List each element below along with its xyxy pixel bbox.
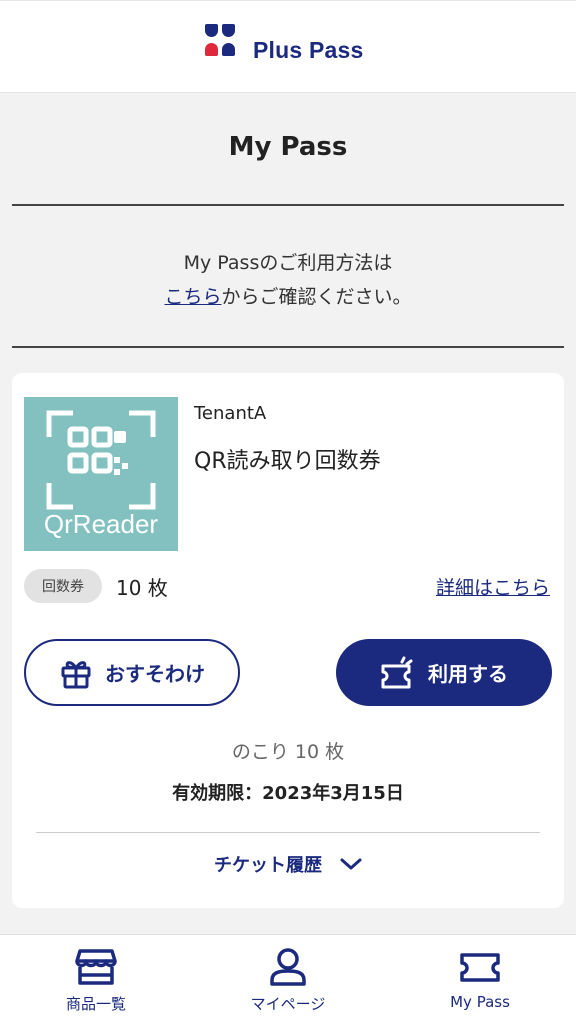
title-divider [12, 204, 564, 206]
expiry-date: 有効期限：2023年3月15日 [172, 783, 404, 804]
ticket-name: QR読み取り回数券 [194, 449, 381, 474]
usage-info: My Passのご利用方法は こちらからご確認ください。 [0, 246, 576, 314]
store-icon [75, 949, 117, 985]
logo-text: Plus Pass [253, 37, 364, 63]
usage-info-suffix: からご確認ください。 [221, 286, 412, 308]
person-icon [270, 948, 306, 986]
tab-mypage[interactable]: マイページ [192, 935, 384, 1024]
info-divider [12, 346, 564, 348]
details-link[interactable]: 詳細はこちら [436, 569, 550, 603]
tab-mypass-label: My Pass [450, 993, 510, 1011]
usage-info-link[interactable]: こちら [164, 286, 221, 308]
plus-pass-logo[interactable]: Plus Pass [205, 23, 363, 64]
ticket-card: QrReader TenantA QR読み取り回数券 回数券 10 枚 詳細はこ… [12, 373, 564, 908]
tab-products[interactable]: 商品一覧 [0, 935, 192, 1024]
share-button[interactable]: おすそわけ [24, 639, 240, 706]
chevron-down-icon [340, 858, 362, 870]
tab-mypass[interactable]: My Pass [384, 935, 576, 1024]
use-button[interactable]: 利用する [336, 639, 552, 706]
ticket-thumbnail: QrReader [24, 397, 178, 551]
ticket-icon [460, 953, 500, 982]
use-button-label: 利用する [428, 662, 508, 686]
gift-icon [61, 660, 91, 688]
tenant-name: TenantA [194, 403, 267, 424]
ticket-type-badge: 回数券 [24, 569, 102, 603]
page-title: My Pass [228, 132, 348, 162]
usage-info-line1: My Passのご利用方法は [183, 252, 393, 274]
bottom-tab-bar: 商品一覧 マイページ My Pass [0, 934, 576, 1024]
tab-products-label: 商品一覧 [65, 995, 126, 1013]
card-divider [36, 832, 540, 833]
thumbnail-text: QrReader [44, 509, 158, 539]
ticket-history-label: チケット履歴 [214, 855, 322, 876]
qr-reader-icon: QrReader [44, 410, 158, 539]
app-header: Plus Pass [0, 0, 576, 93]
logo-mark-icon [205, 23, 245, 64]
ticket-history-toggle[interactable]: チケット履歴 [12, 851, 564, 877]
ticket-count: 10 枚 [116, 575, 168, 600]
tab-mypage-label: マイページ [250, 995, 326, 1013]
share-button-label: おすそわけ [105, 662, 205, 686]
remaining-count: のこり 10 枚 [231, 741, 345, 763]
ticket-use-icon [381, 656, 413, 688]
usage-info-line2: こちらからご確認ください。 [0, 280, 576, 314]
